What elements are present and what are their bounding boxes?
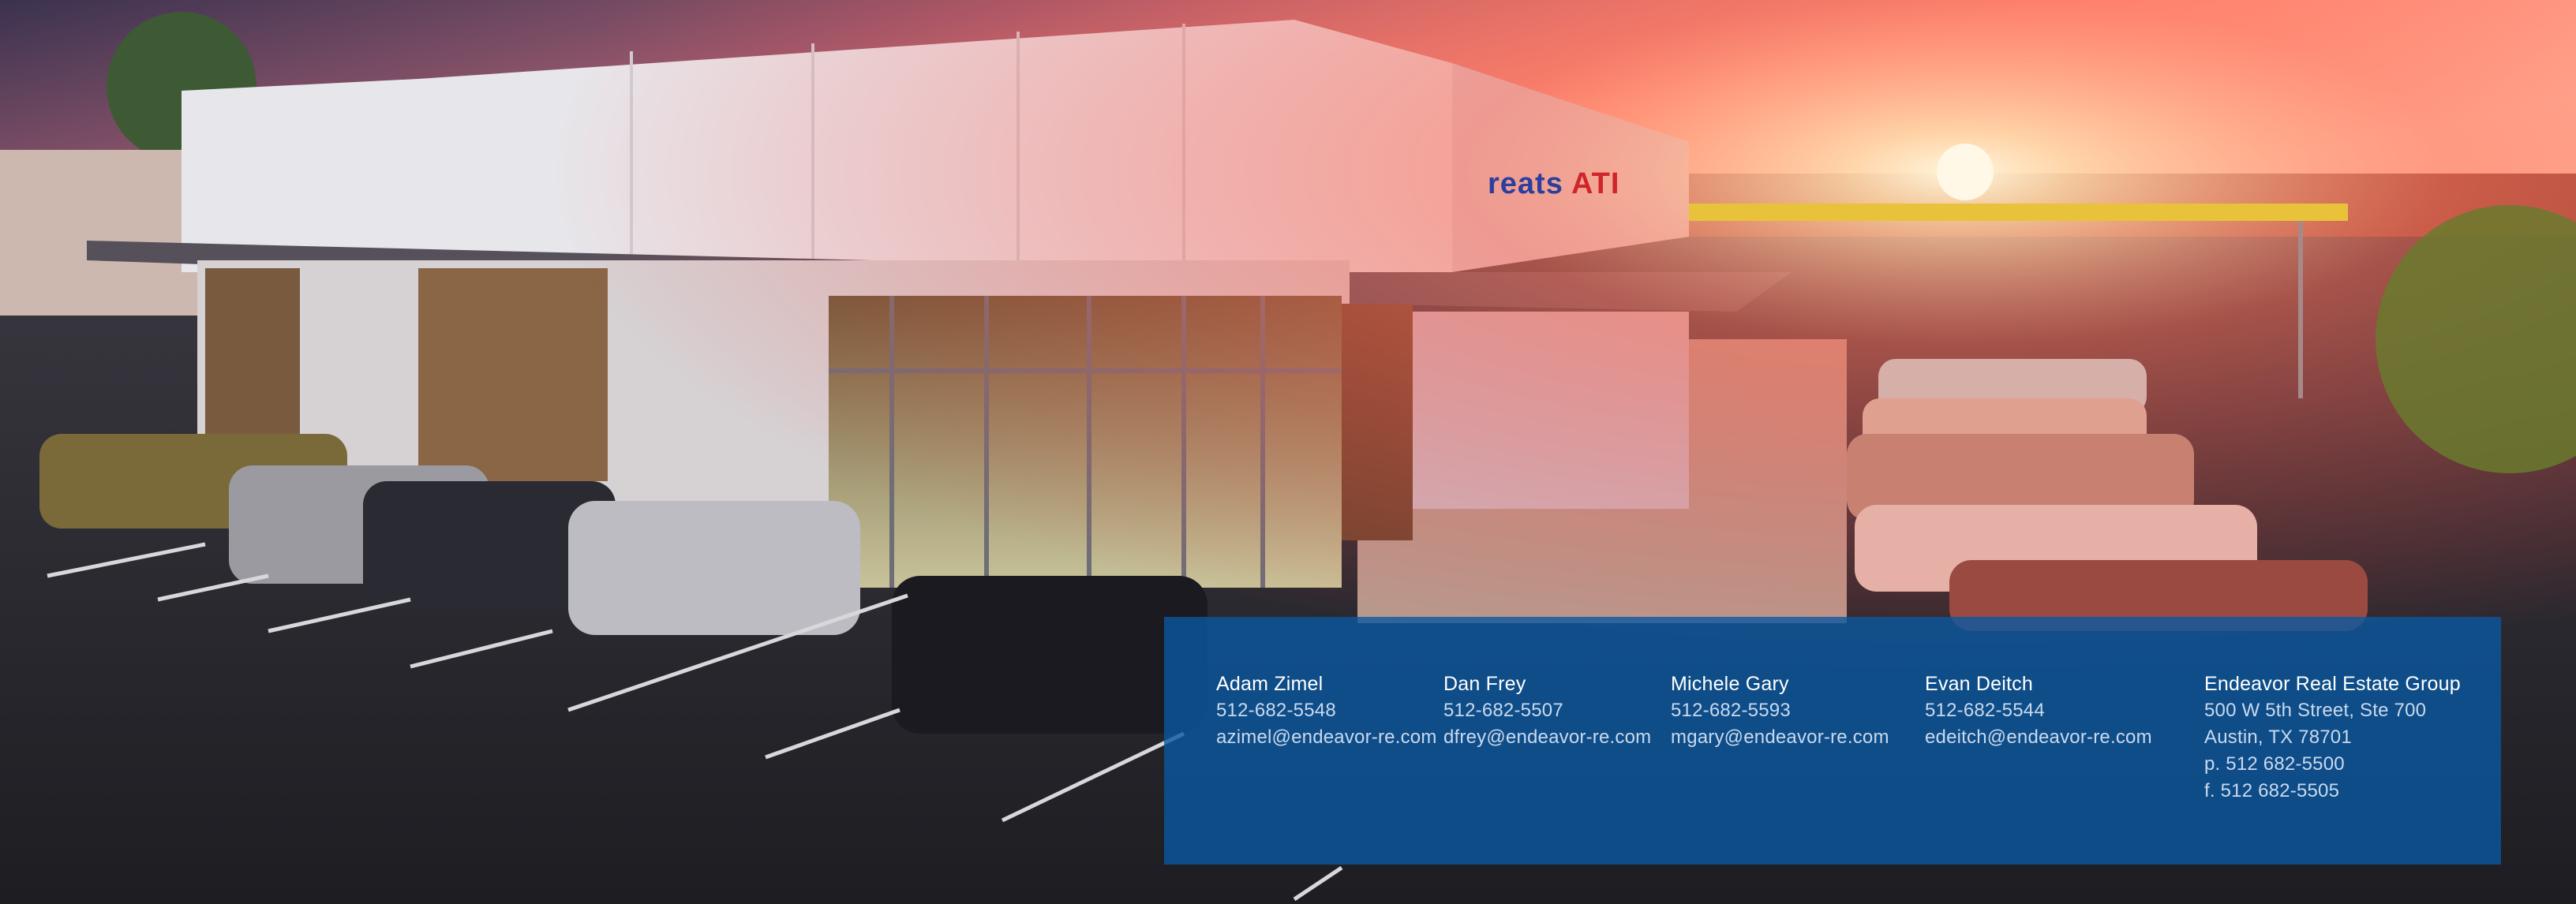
company-city: Austin, TX 78701 — [2204, 727, 2352, 748]
gas-canopy — [1689, 204, 2348, 221]
company-name: Endeavor Real Estate Group — [2204, 673, 2461, 695]
contact-phone: 512-682-5593 — [1671, 700, 1791, 721]
contact-name: Dan Frey — [1443, 673, 1526, 695]
contact-phone: 512-682-5544 — [1925, 700, 2045, 721]
contact-email[interactable]: azimel@endeavor-re.com — [1216, 724, 1437, 751]
contact-name: Evan Deitch — [1925, 673, 2033, 695]
company-info: Endeavor Real Estate Group 500 W 5th Str… — [2204, 671, 2461, 805]
contact-name: Michele Gary — [1671, 673, 1789, 695]
company-fax: f. 512 682-5505 — [2204, 780, 2340, 801]
company-street: 500 W 5th Street, Ste 700 — [2204, 700, 2427, 721]
contact-email[interactable]: mgary@endeavor-re.com — [1671, 724, 1889, 751]
contact-phone: 512-682-5548 — [1216, 700, 1336, 721]
contact-panel: Adam Zimel 512-682-5548 azimel@endeavor-… — [1164, 617, 2501, 865]
contact-name: Adam Zimel — [1216, 673, 1324, 695]
contact-phone: 512-682-5507 — [1443, 700, 1563, 721]
contact-evan-deitch: Evan Deitch 512-682-5544 edeitch@endeavo… — [1925, 671, 2152, 751]
contact-email[interactable]: edeitch@endeavor-re.com — [1925, 724, 2152, 751]
store-sign-text: reats — [1488, 167, 1563, 200]
sun — [1937, 144, 1994, 200]
ati-logo: ATI — [1571, 167, 1620, 200]
company-phone: p. 512 682-5500 — [2204, 753, 2345, 775]
contact-adam-zimel: Adam Zimel 512-682-5548 azimel@endeavor-… — [1216, 671, 1437, 751]
store-sign: reats ATI — [1488, 167, 1619, 201]
contact-email[interactable]: dfrey@endeavor-re.com — [1443, 724, 1651, 751]
contact-michele-gary: Michele Gary 512-682-5593 mgary@endeavor… — [1671, 671, 1889, 751]
contact-dan-frey: Dan Frey 512-682-5507 dfrey@endeavor-re.… — [1443, 671, 1651, 751]
